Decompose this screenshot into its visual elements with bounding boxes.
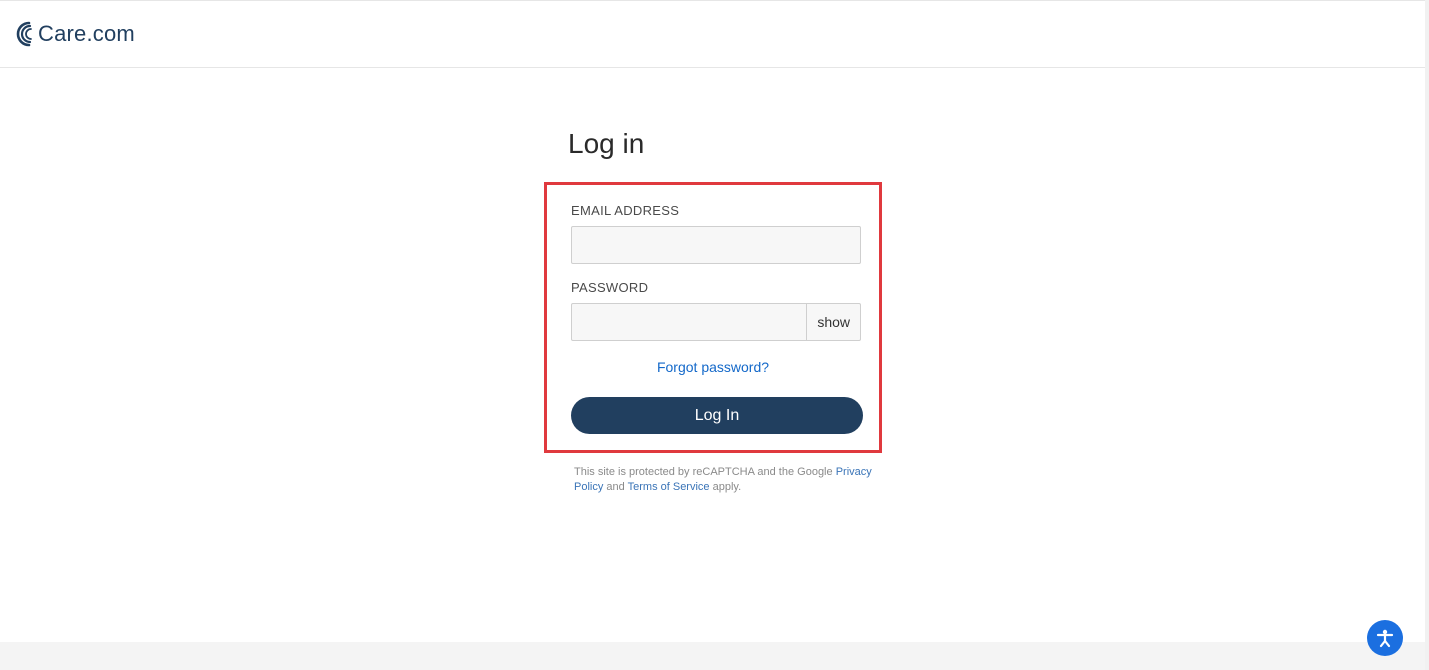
toggle-password-visibility-button[interactable]: show (806, 304, 860, 340)
site-header: Care.com (0, 1, 1429, 68)
login-button[interactable]: Log In (571, 397, 863, 434)
footer-band (0, 642, 1425, 670)
terms-of-service-link[interactable]: Terms of Service (628, 481, 710, 493)
accessibility-button[interactable] (1367, 620, 1403, 656)
email-label: EMAIL ADDRESS (571, 203, 855, 218)
login-page: Log in EMAIL ADDRESS PASSWORD show Forgo… (0, 68, 1425, 495)
accessibility-icon (1375, 628, 1395, 648)
brand-name: Care.com (38, 21, 135, 47)
email-field-group: EMAIL ADDRESS (571, 203, 855, 264)
password-field-group: PASSWORD show (571, 280, 855, 341)
password-input[interactable] (572, 304, 806, 340)
legal-suffix: apply. (710, 481, 742, 493)
brand-mark-icon (14, 21, 40, 47)
legal-mid: and (603, 481, 627, 493)
email-input[interactable] (571, 226, 861, 264)
recaptcha-legal-text: This site is protected by reCAPTCHA and … (574, 465, 874, 495)
brand-logo[interactable]: Care.com (14, 21, 135, 47)
forgot-password-link[interactable]: Forgot password? (657, 359, 769, 375)
legal-prefix: This site is protected by reCAPTCHA and … (574, 466, 836, 478)
password-label: PASSWORD (571, 280, 855, 295)
login-form-highlight: EMAIL ADDRESS PASSWORD show Forgot passw… (544, 182, 882, 453)
scrollbar-track[interactable] (1425, 0, 1429, 670)
page-title: Log in (568, 128, 882, 160)
